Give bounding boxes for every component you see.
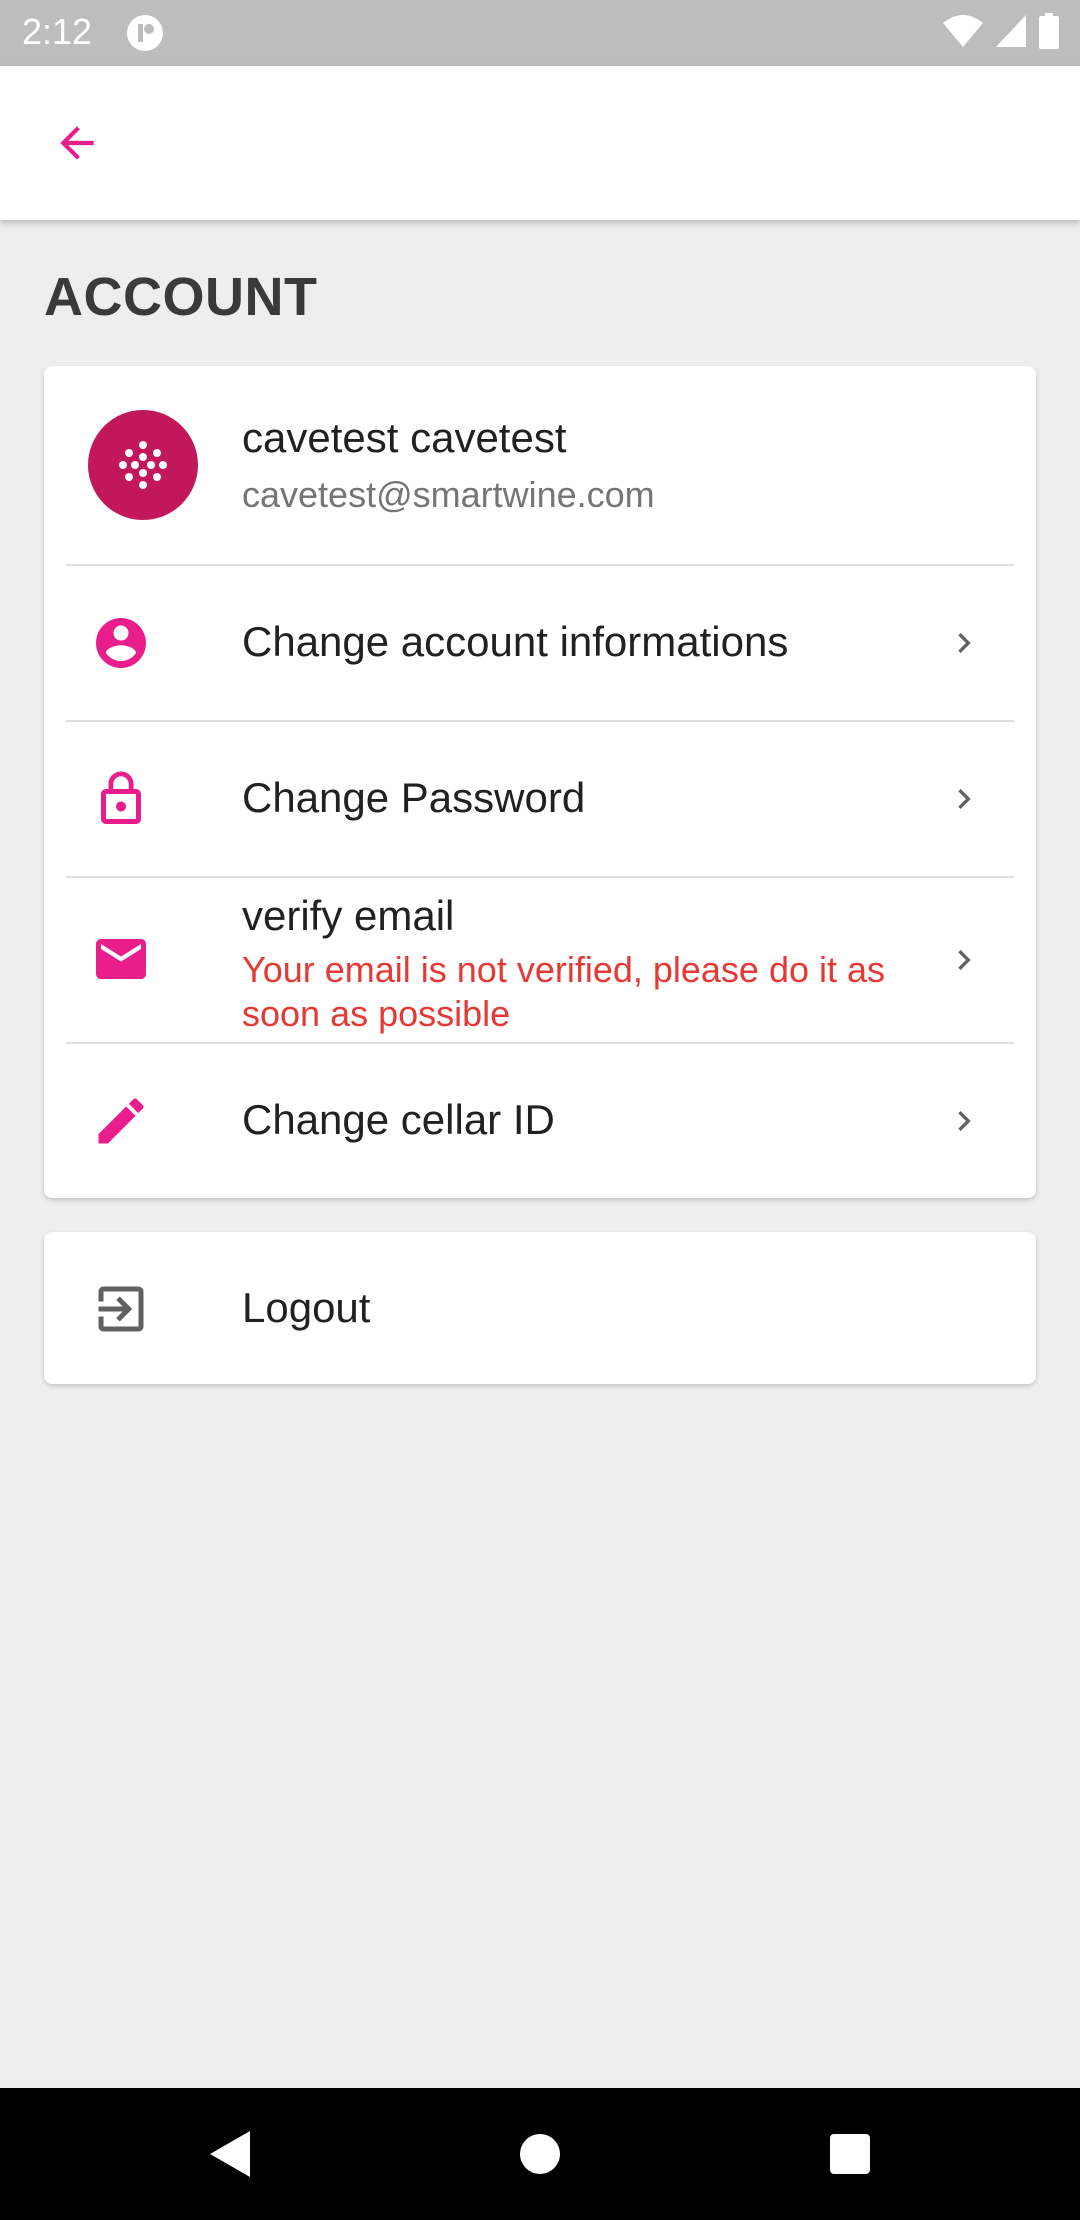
account-card: cavetest cavetest cavetest@smartwine.com… xyxy=(44,366,1036,1198)
app-bar xyxy=(0,66,1080,220)
chevron-right-icon xyxy=(944,1101,984,1141)
nav-recents-icon xyxy=(830,2134,870,2174)
logout-icon xyxy=(88,1276,154,1342)
battery-icon xyxy=(1038,12,1060,54)
nav-back-button[interactable] xyxy=(200,2124,260,2184)
avatar xyxy=(88,410,198,520)
menu-item-label: Change Password xyxy=(242,774,586,821)
cell-signal-icon xyxy=(994,13,1028,54)
logout-label: Logout xyxy=(242,1284,371,1331)
nav-home-button[interactable] xyxy=(510,2124,570,2184)
pencil-icon xyxy=(88,1088,154,1154)
nav-home-icon xyxy=(520,2134,560,2174)
chevron-right-icon xyxy=(944,623,984,663)
page-title: ACCOUNT xyxy=(44,267,318,327)
email-warning-text: Your email is not verified, please do it… xyxy=(242,949,886,1034)
notification-app-icon xyxy=(126,14,164,52)
menu-item-change-cellar-id[interactable]: Change cellar ID xyxy=(44,1044,1036,1198)
mail-icon xyxy=(88,926,154,992)
menu-item-label: verify email xyxy=(242,892,455,939)
profile-header: cavetest cavetest cavetest@smartwine.com xyxy=(44,366,1036,564)
status-icons xyxy=(942,12,1060,54)
menu-item-verify-email[interactable]: verify email Your email is not verified,… xyxy=(44,878,1036,1042)
arrow-back-icon xyxy=(60,126,94,160)
nav-back-icon xyxy=(210,2131,250,2177)
nav-recents-button[interactable] xyxy=(820,2124,880,2184)
profile-email: cavetest@smartwine.com xyxy=(242,474,655,515)
status-bar: 2:12 xyxy=(0,0,1080,66)
back-button[interactable] xyxy=(44,110,110,176)
dots-logo-icon xyxy=(119,441,167,489)
menu-item-label: Change cellar ID xyxy=(242,1096,555,1143)
status-time: 2:12 xyxy=(22,11,93,52)
menu-item-change-account-informations[interactable]: Change account informations xyxy=(44,566,1036,720)
system-nav-bar xyxy=(0,2088,1080,2220)
chevron-right-icon xyxy=(944,940,984,980)
menu-item-label: Change account informations xyxy=(242,618,789,665)
menu-item-change-password[interactable]: Change Password xyxy=(44,722,1036,876)
account-circle-icon xyxy=(88,610,154,676)
chevron-right-icon xyxy=(944,779,984,819)
logout-button[interactable]: Logout xyxy=(44,1232,1036,1384)
profile-name: cavetest cavetest xyxy=(242,414,567,461)
wifi-icon xyxy=(942,13,984,54)
lock-icon xyxy=(88,766,154,832)
